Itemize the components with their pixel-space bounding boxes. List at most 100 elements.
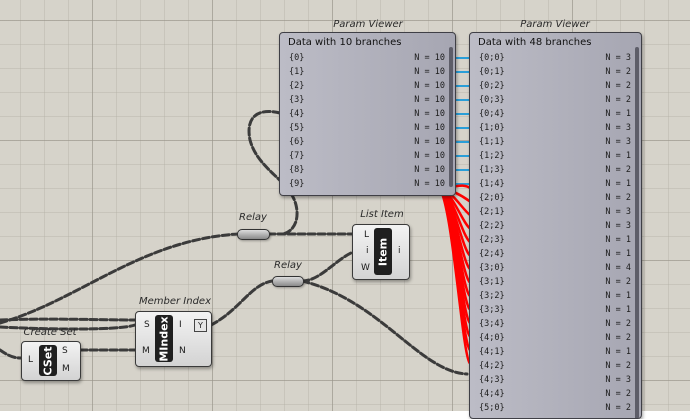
viewer2-row: {4;4} N = 2	[479, 389, 631, 402]
viewer2-row-path: {5;0}	[479, 403, 505, 413]
viewer2-row-path: {1;0}	[479, 123, 505, 133]
list-item-core: Item	[374, 228, 392, 275]
viewer2-row-count: N = 1	[605, 249, 631, 259]
param-viewer-2[interactable]: Data with 48 branches {0;0} N = 3 {0;1} N =…	[469, 32, 642, 419]
viewer2-row-count: N = 2	[605, 277, 631, 287]
relay-2[interactable]	[272, 276, 304, 287]
viewer2-row: {1;2} N = 1	[479, 151, 631, 164]
viewer1-row-count: N = 10	[414, 151, 445, 161]
viewer1-row: {5} N = 10	[289, 123, 445, 136]
viewer2-row: {0;2} N = 2	[479, 81, 631, 94]
viewer2-row-path: {3;1}	[479, 277, 505, 287]
viewer2-row-count: N = 3	[605, 207, 631, 217]
viewer1-row-path: {0}	[289, 53, 305, 63]
create-set-component[interactable]: L CSet S M	[21, 341, 81, 381]
viewer1-row: {1} N = 10	[289, 67, 445, 80]
viewer1-row-count: N = 10	[414, 53, 445, 63]
viewer1-row-count: N = 10	[414, 179, 445, 189]
viewer2-row: {1;1} N = 3	[479, 137, 631, 150]
viewer2-row-count: N = 3	[605, 53, 631, 63]
viewer2-row: {3;2} N = 1	[479, 291, 631, 304]
viewer1-scrollbar[interactable]	[449, 47, 453, 187]
viewer2-row-path: {1;1}	[479, 137, 505, 147]
viewer1-row-path: {7}	[289, 151, 305, 161]
viewer2-row-count: N = 3	[605, 221, 631, 231]
param-viewer-1[interactable]: Data with 10 branches {0} N = 10 {1} N = 10…	[279, 32, 456, 196]
wire-top-left	[0, 317, 137, 322]
viewer2-row-count: N = 3	[605, 375, 631, 385]
viewer2-row: {1;0} N = 3	[479, 123, 631, 136]
create-set-output-s[interactable]: S	[62, 346, 68, 356]
viewer2-row: {2;0} N = 2	[479, 193, 631, 206]
viewer2-row: {2;3} N = 1	[479, 235, 631, 248]
viewer1-row-count: N = 10	[414, 81, 445, 91]
viewer2-row-count: N = 1	[605, 235, 631, 245]
viewer2-row-path: {1;2}	[479, 151, 505, 161]
viewer2-row: {0;1} N = 2	[479, 67, 631, 80]
create-set-core: CSet	[39, 345, 57, 376]
viewer2-row: {0;4} N = 1	[479, 109, 631, 122]
relay-1[interactable]	[237, 229, 270, 240]
list-item-input-i[interactable]: i	[366, 246, 369, 256]
viewer1-row-count: N = 10	[414, 165, 445, 175]
viewer2-row-count: N = 2	[605, 165, 631, 175]
list-item-title: List Item	[360, 209, 404, 220]
highlighted-wires	[436, 184, 472, 365]
viewer2-row-path: {0;4}	[479, 109, 505, 119]
viewer2-row: {2;1} N = 3	[479, 207, 631, 220]
viewer2-row-count: N = 1	[605, 151, 631, 161]
viewer2-row-path: {3;4}	[479, 319, 505, 329]
member-index-input-s[interactable]: S	[144, 320, 150, 330]
wire-relay2-down	[300, 279, 469, 376]
wire-left-to-cset	[0, 348, 23, 360]
viewer1-row-path: {1}	[289, 67, 305, 77]
viewer2-row: {1;3} N = 2	[479, 165, 631, 178]
viewer2-row-count: N = 2	[605, 361, 631, 371]
viewer1-row: {8} N = 10	[289, 165, 445, 178]
relay1-title: Relay	[239, 212, 267, 223]
filter-icon[interactable]: Y	[194, 319, 207, 332]
viewer1-row-path: {3}	[289, 95, 305, 105]
list-item-component[interactable]: L i W Item i	[352, 224, 410, 280]
list-item-input-w[interactable]: W	[361, 263, 370, 273]
member-index-input-m[interactable]: M	[142, 346, 150, 356]
viewer1-row-path: {5}	[289, 123, 305, 133]
viewer1-row-count: N = 10	[414, 123, 445, 133]
member-index-output-n[interactable]: N	[179, 346, 186, 356]
viewer1-row: {2} N = 10	[289, 81, 445, 94]
viewer1-row-path: {9}	[289, 179, 305, 189]
viewer1-row-count: N = 10	[414, 95, 445, 105]
wire-relay2-out	[300, 250, 355, 283]
viewer2-row-count: N = 2	[605, 193, 631, 203]
viewer2-row: {3;4} N = 2	[479, 319, 631, 332]
viewer1-row-path: {2}	[289, 81, 305, 91]
list-item-output-i[interactable]: i	[398, 246, 401, 256]
create-set-output-m[interactable]: M	[62, 364, 70, 374]
viewer1-row: {4} N = 10	[289, 109, 445, 122]
viewer2-row-path: {3;0}	[479, 263, 505, 273]
viewer2-scrollbar[interactable]	[635, 47, 639, 418]
viewer1-row-count: N = 10	[414, 109, 445, 119]
viewer2-row-count: N = 3	[605, 123, 631, 133]
viewer2-row: {0;3} N = 2	[479, 95, 631, 108]
viewer2-row-count: N = 1	[605, 305, 631, 315]
viewer2-row: {3;0} N = 4	[479, 263, 631, 276]
viewer1-title: Param Viewer	[333, 19, 403, 30]
viewer2-row: {0;0} N = 3	[479, 53, 631, 66]
list-item-input-l[interactable]: L	[364, 230, 369, 240]
create-set-input-l[interactable]: L	[28, 355, 33, 365]
viewer2-row: {1;4} N = 1	[479, 179, 631, 192]
member-index-output-i[interactable]: I	[179, 320, 182, 330]
viewer2-row-path: {2;1}	[479, 207, 505, 217]
create-set-title: Create Set	[23, 327, 77, 338]
viewer2-row: {4;0} N = 2	[479, 333, 631, 346]
viewer2-row-count: N = 2	[605, 333, 631, 343]
viewer2-row-count: N = 2	[605, 319, 631, 329]
viewer2-row-count: N = 4	[605, 263, 631, 273]
viewer2-row: {2;4} N = 1	[479, 249, 631, 262]
viewer2-row-path: {0;1}	[479, 67, 505, 77]
viewer1-row: {6} N = 10	[289, 137, 445, 150]
member-index-component[interactable]: S M MIndex I N Y	[135, 311, 212, 367]
viewer2-row-path: {4;3}	[479, 375, 505, 385]
viewer2-row-path: {2;3}	[479, 235, 505, 245]
